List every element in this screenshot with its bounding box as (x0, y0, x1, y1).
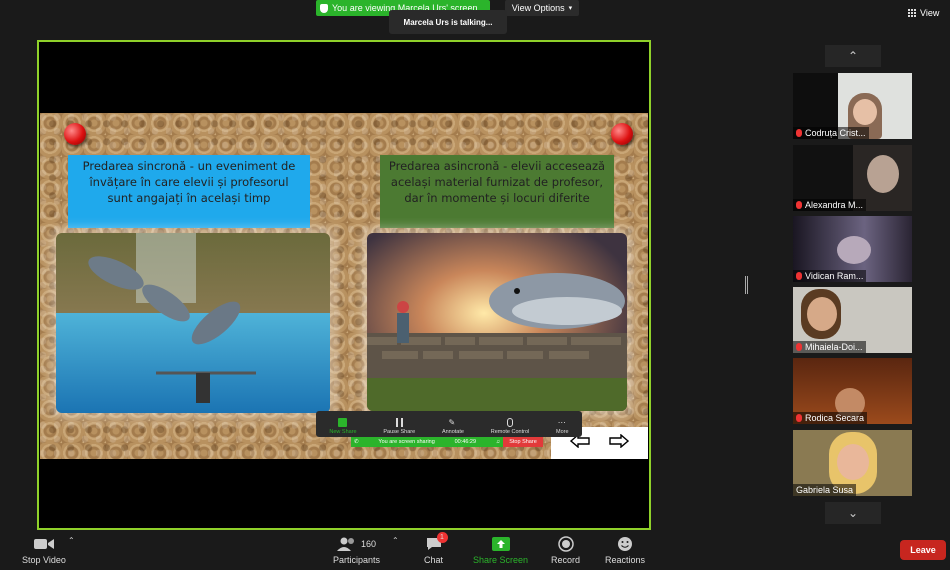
annotate-button[interactable]: ✎ Annotate (442, 418, 464, 435)
participant-tile[interactable]: Mihaiela-Doi... (793, 287, 912, 353)
leave-button[interactable]: Leave (900, 540, 946, 560)
sharing-status-text: You are screen sharing (378, 439, 435, 445)
presentation-slide: Predarea sincronă - un eveniment de învă… (40, 113, 648, 459)
record-button[interactable]: Record (551, 536, 580, 565)
chat-button[interactable]: 1 Chat (424, 532, 448, 565)
reactions-label: Reactions (605, 555, 646, 565)
grid-icon (908, 9, 916, 17)
stop-share-button[interactable]: Stop Share (503, 437, 543, 447)
leave-label: Leave (910, 545, 936, 555)
chat-badge: 1 (436, 532, 448, 543)
share-toolbar: New Share Pause Share ✎ Annotate Remote … (316, 411, 582, 437)
asynchronous-text: Predarea asincronă - elevii accesează ac… (388, 159, 606, 205)
muted-mic-icon (796, 343, 802, 351)
stop-video-button[interactable]: Stop Video (22, 536, 66, 565)
participants-options-chevron-icon[interactable]: ⌃ (392, 536, 399, 545)
pushpin-icon (64, 123, 86, 145)
annotate-label: Annotate (441, 429, 464, 435)
pushpin-icon (611, 123, 633, 145)
pause-icon (395, 418, 403, 427)
new-share-label: New Share (329, 429, 357, 435)
screen-sharing-status: ✆ You are screen sharing 00:46:29 ♫ Stop… (351, 437, 543, 447)
more-button[interactable]: ⋯ More (556, 418, 569, 435)
participant-tile[interactable]: Rodica Secara (793, 358, 912, 424)
chat-label: Chat (424, 555, 444, 565)
video-options-chevron-icon[interactable]: ⌃ (68, 536, 75, 545)
asynchronous-text-box: Predarea asincronă - elevii accesează ac… (380, 155, 614, 228)
sharing-status-bar: ✆ You are screen sharing 00:46:29 ♫ (351, 437, 503, 447)
mouse-icon (507, 418, 513, 427)
participant-name-tag: Mihaiela-Doi... (793, 341, 866, 353)
panel-resize-handle[interactable] (745, 276, 748, 294)
smiley-icon (617, 536, 633, 552)
participant-name-tag: Alexandra M... (793, 199, 867, 211)
new-share-button[interactable]: New Share (329, 418, 357, 435)
video-camera-icon (33, 536, 54, 552)
sharing-timer: 00:46:29 (454, 439, 477, 445)
record-label: Record (551, 555, 581, 565)
participant-name: Rodica Secara (805, 413, 865, 423)
participant-name: Vidican Ram... (805, 271, 864, 281)
shield-icon (320, 3, 328, 13)
remote-control-label: Remote Control (490, 429, 530, 435)
pause-share-label: Pause Share (383, 429, 416, 435)
participants-icon: 160 (337, 536, 376, 552)
muted-mic-icon (796, 201, 802, 209)
more-label: More (556, 429, 569, 435)
muted-mic-icon (796, 414, 802, 422)
muted-mic-icon (796, 129, 802, 137)
participants-label: Participants (333, 555, 381, 565)
participant-name: Gabriela Susa (796, 485, 854, 495)
view-options-label: View Options (511, 3, 565, 13)
pause-share-button[interactable]: Pause Share (383, 418, 415, 435)
chevron-down-icon: ▾ (568, 5, 573, 12)
talking-indicator: Marcela Urs is talking... (389, 10, 507, 34)
shared-screen: Predarea sincronă - un eveniment de învă… (37, 40, 651, 530)
gallery-view-label: View (920, 8, 940, 18)
participants-count: 160 (361, 539, 377, 549)
talking-text: Marcela Urs is talking... (403, 17, 493, 27)
participant-tile[interactable]: Codruța Crist... (793, 73, 912, 139)
participant-tile[interactable]: Vidican Ram... (793, 216, 912, 282)
dolphin-wall-image (367, 233, 627, 411)
chevron-up-icon: ⌃ (847, 49, 859, 63)
view-options-button[interactable]: View Options ▾ (505, 0, 579, 16)
remote-control-button[interactable]: Remote Control (490, 418, 530, 435)
pencil-icon: ✎ (448, 418, 456, 427)
gallery-scroll-down-button[interactable]: ⌄ (825, 502, 881, 524)
participant-name: Mihaiela-Doi... (805, 342, 863, 352)
participant-name: Codruța Crist... (805, 128, 866, 138)
chat-icon: 1 (426, 532, 448, 552)
meeting-toolbar: Stop Video ⌃ 160 Participants ⌃ 1 Chat S… (0, 530, 950, 570)
participants-button[interactable]: 160 Participants (333, 536, 380, 565)
share-screen-icon (491, 536, 510, 552)
share-screen-label: Share Screen (473, 555, 529, 565)
more-icon: ⋯ (557, 418, 566, 427)
dolphins-pool-image (56, 233, 330, 413)
phone-icon: ✆ (354, 439, 359, 445)
record-icon (557, 536, 574, 552)
arrow-right-icon[interactable] (609, 432, 629, 453)
participant-name-tag: Rodica Secara (793, 412, 868, 424)
participant-tile[interactable]: Gabriela Susa (793, 430, 912, 496)
stop-video-label: Stop Video (22, 555, 66, 565)
share-screen-button[interactable]: Share Screen (473, 536, 528, 565)
gallery-view-button[interactable]: View (908, 8, 939, 18)
muted-mic-icon (796, 272, 802, 280)
synchronous-text-box: Predarea sincronă - un eveniment de învă… (68, 155, 310, 228)
synchronous-text: Predarea sincronă - un eveniment de învă… (82, 159, 296, 205)
chevron-down-icon: ⌄ (847, 506, 859, 520)
reactions-button[interactable]: Reactions (605, 536, 645, 565)
participant-name-tag: Vidican Ram... (793, 270, 867, 282)
participant-tile[interactable]: Alexandra M... (793, 145, 912, 211)
gallery-scroll-up-button[interactable]: ⌃ (825, 45, 881, 67)
audio-icon: ♫ (495, 439, 500, 445)
participant-name: Alexandra M... (805, 200, 864, 210)
stop-share-label: Stop Share (509, 439, 537, 445)
new-share-icon (338, 418, 348, 427)
participant-name-tag: Codruța Crist... (793, 127, 869, 139)
participant-name-tag: Gabriela Susa (793, 484, 857, 496)
